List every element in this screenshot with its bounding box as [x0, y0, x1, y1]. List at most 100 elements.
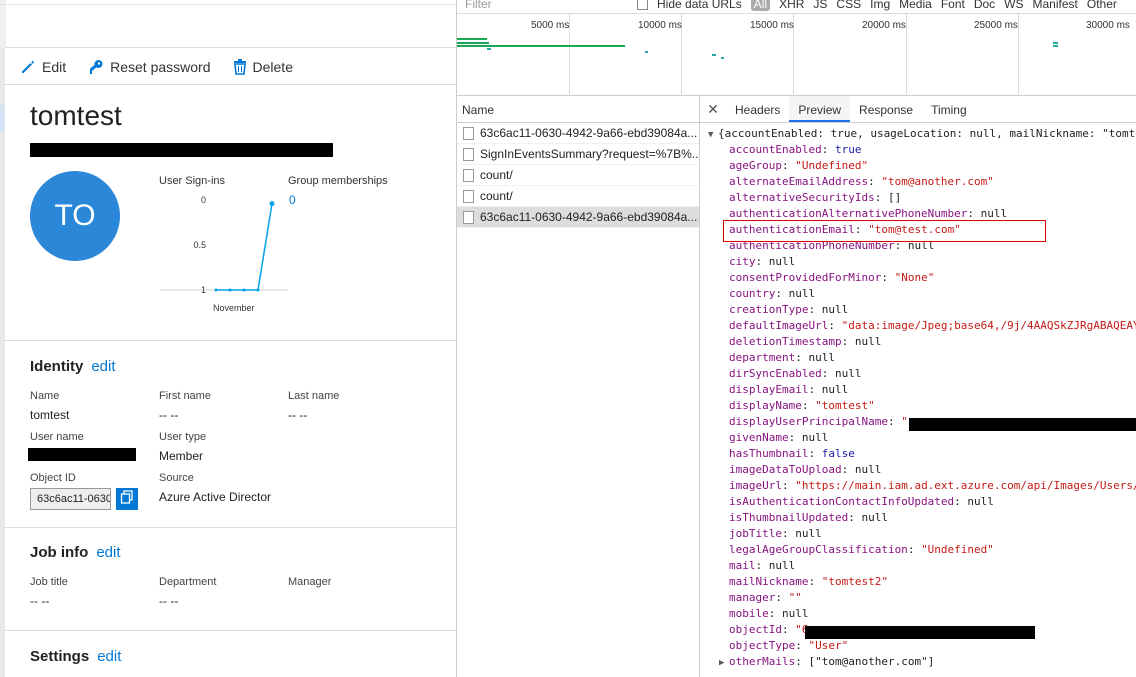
json-root-line[interactable]: ▼ {accountEnabled: true, usageLocation: n…	[708, 126, 1136, 143]
user-name-label: User name	[30, 431, 84, 443]
json-value: null	[768, 559, 796, 572]
chart-y-tick-label: 0.5	[193, 240, 206, 250]
copy-object-id-button[interactable]	[116, 488, 138, 510]
object-id-field[interactable]: 63c6ac11-0630-4942-9a66-ebd39084a	[30, 488, 111, 510]
user-type-value: Member	[159, 449, 204, 463]
request-name: 63c6ac11-0630-4942-9a66-ebd39084a...	[480, 210, 698, 224]
json-colon: :	[841, 463, 855, 476]
type-filter-all[interactable]: All	[750, 0, 771, 11]
json-value: "tomtest2"	[821, 575, 888, 588]
json-key: displayUserPrincipalName	[729, 415, 888, 428]
request-row[interactable]: SignInEventsSummary?request=%7B%...	[457, 144, 699, 165]
json-value: ""	[788, 591, 802, 604]
close-icon[interactable]: ✕	[700, 96, 726, 122]
chart-y-ticks: 10.50	[193, 195, 206, 295]
jobinfo-divider	[5, 527, 456, 528]
network-timeline-overview[interactable]: 5000 ms 10000 ms 15000 ms 20000 ms 25000…	[457, 14, 1136, 96]
hide-data-urls-checkbox[interactable]	[637, 0, 648, 10]
timeline-bar	[457, 38, 487, 40]
timeline-tick-label: 30000 ms	[1086, 20, 1130, 31]
type-filter-other[interactable]: Other	[1087, 0, 1117, 11]
name-column-header[interactable]: Name	[457, 96, 699, 123]
type-filter-xhr[interactable]: XHR	[779, 0, 804, 11]
reset-password-label: Reset password	[110, 59, 211, 75]
request-row-selected[interactable]: 63c6ac11-0630-4942-9a66-ebd39084a...	[457, 207, 699, 228]
last-name-value: -- --	[288, 408, 308, 422]
type-filter-media[interactable]: Media	[899, 0, 932, 11]
reset-password-button[interactable]: Reset password	[88, 59, 211, 75]
request-row[interactable]: 63c6ac11-0630-4942-9a66-ebd39084a...	[457, 123, 699, 144]
json-colon: :	[795, 351, 809, 364]
manager-label: Manager	[288, 576, 332, 588]
settings-edit-link[interactable]: edit	[97, 648, 121, 665]
json-value: true	[834, 143, 862, 156]
timeline-bar	[721, 57, 724, 59]
json-value: null	[808, 351, 835, 364]
json-property-dirSyncEnabled: dirSyncEnabled: null	[729, 366, 861, 382]
hide-data-urls-label: Hide data URLs	[657, 0, 742, 11]
json-key: isThumbnailUpdated	[729, 511, 849, 524]
filter-input[interactable]: Filter	[465, 0, 492, 11]
json-key: dirSyncEnabled	[729, 367, 822, 380]
tab-response[interactable]: Response	[850, 96, 922, 122]
json-colon: :	[848, 511, 862, 524]
file-icon	[463, 147, 474, 161]
tab-timing[interactable]: Timing	[922, 96, 976, 122]
job-title-label: Job title	[30, 576, 68, 588]
timeline-bar	[1053, 45, 1058, 47]
delete-button[interactable]: Delete	[233, 59, 293, 75]
json-value: null	[861, 511, 888, 524]
json-property-jobTitle: jobTitle: null	[729, 526, 822, 542]
json-property-deletionTimestamp: deletionTimestamp: null	[729, 334, 881, 350]
source-value-link[interactable]: Azure Active Directory	[159, 490, 271, 504]
type-filter-js[interactable]: JS	[813, 0, 827, 11]
json-property-objectType: objectType: "User"	[729, 638, 848, 654]
json-colon: :	[755, 559, 769, 572]
json-key: displayEmail	[729, 383, 809, 396]
chart-point	[242, 288, 246, 292]
file-icon	[463, 168, 474, 182]
json-value: "Undefined"	[921, 543, 994, 556]
json-value: ["tom@another.com"]	[808, 655, 935, 668]
trash-icon	[233, 59, 247, 75]
json-property-isAuthenticationContactInfoUpdated: isAuthenticationContactInfoUpdated: null	[729, 494, 994, 510]
json-key: otherMails	[729, 655, 796, 668]
department-value: -- --	[159, 594, 179, 608]
json-colon: :	[801, 399, 816, 412]
type-filter-doc[interactable]: Doc	[974, 0, 995, 11]
json-value: "None"	[894, 271, 935, 284]
json-key: imageDataToUpload	[729, 463, 842, 476]
request-row[interactable]: count/	[457, 186, 699, 207]
json-colon: :	[755, 255, 769, 268]
json-key: mail	[729, 559, 756, 572]
redacted-upn	[30, 143, 333, 157]
json-value: null	[980, 207, 1008, 220]
jobinfo-edit-link[interactable]: edit	[96, 544, 120, 561]
json-key: consentProvidedForMinor	[729, 271, 882, 284]
request-row[interactable]: count/	[457, 165, 699, 186]
json-colon: :	[841, 335, 855, 348]
edit-button[interactable]: Edit	[20, 59, 66, 75]
identity-edit-link[interactable]: edit	[91, 358, 115, 375]
type-filter-ws[interactable]: WS	[1004, 0, 1023, 11]
json-property-mailNickname: mailNickname: "tomtest2"	[729, 574, 888, 590]
tab-headers[interactable]: Headers	[726, 96, 789, 122]
type-filter-font[interactable]: Font	[941, 0, 965, 11]
tab-preview[interactable]: Preview	[789, 96, 851, 122]
json-key: isAuthenticationContactInfoUpdated	[729, 495, 955, 508]
json-colon: :	[775, 591, 789, 604]
type-filter-manifest[interactable]: Manifest	[1033, 0, 1078, 11]
json-value: null	[854, 335, 882, 348]
json-property-legalAgeGroupClassification: legalAgeGroupClassification: "Undefined"	[729, 542, 994, 558]
type-filter-css[interactable]: CSS	[836, 0, 861, 11]
group-memberships-label: Group memberships	[288, 175, 388, 187]
last-name-label: Last name	[288, 390, 340, 402]
timeline-tick-label: 20000 ms	[862, 20, 906, 31]
page-title: tomtest	[30, 100, 122, 131]
timeline-tick-label: 5000 ms	[531, 20, 570, 31]
json-property-displayName: displayName: "tomtest"	[729, 398, 875, 414]
type-filter-img[interactable]: Img	[870, 0, 890, 11]
request-name: count/	[480, 168, 513, 182]
json-key: legalAgeGroupClassification	[729, 543, 908, 556]
json-value: "User"	[808, 639, 849, 652]
